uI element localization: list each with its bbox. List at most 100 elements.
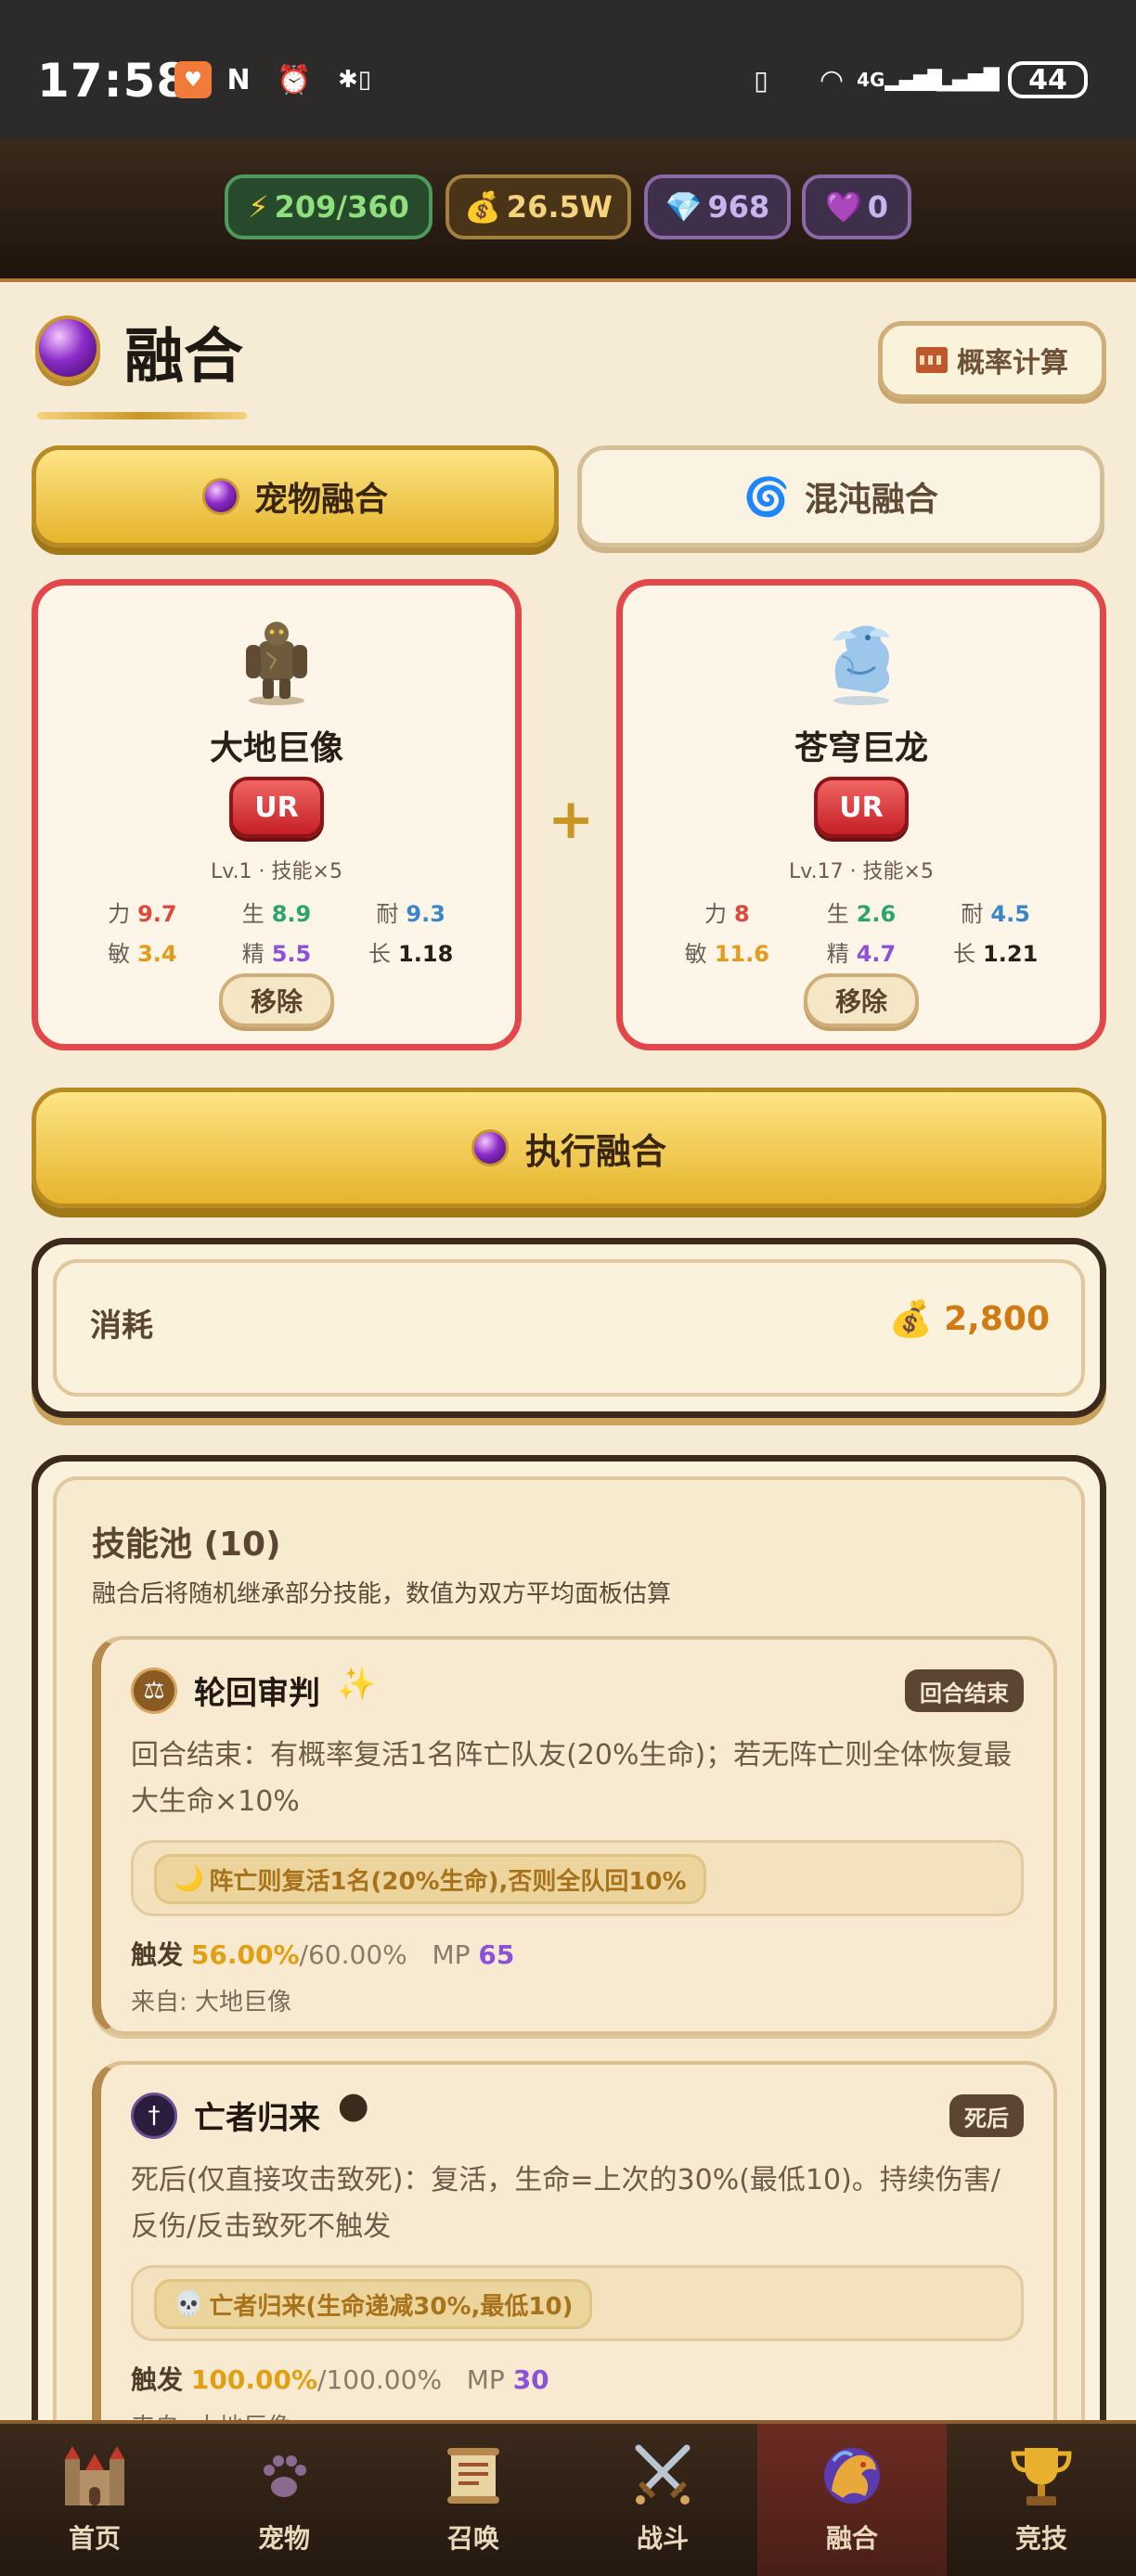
stat-growth: 长 1.21 — [953, 941, 1039, 967]
cost-value: 💰 2,800 — [889, 1298, 1050, 1340]
castle-icon — [65, 2446, 124, 2505]
plus-sign: + — [548, 787, 595, 852]
crystal-ball-icon — [35, 316, 100, 380]
skill-card[interactable]: † 亡者归来 🌑 死后 死后(仅直接攻击致死)：复活，生命=上次的30%(最低1… — [92, 2061, 1057, 2420]
pet-level: Lv.17 · 技能×5 — [789, 860, 934, 883]
cost-amount: 2,800 — [944, 1300, 1050, 1338]
nfc-icon: N — [226, 63, 251, 97]
earth-golem-image — [246, 622, 307, 705]
skill-card[interactable]: ⚖ 轮回审判 ✨ 回合结束 回合结束：有概率复活1名阵亡队友(20%生命)；若无… — [92, 1636, 1057, 2035]
trigger-base-rate: /100.00% — [317, 2364, 443, 2395]
abacus-icon — [916, 347, 948, 373]
execute-fusion-button[interactable]: 执行融合 — [32, 1088, 1106, 1208]
nav-fusion[interactable]: 融合 — [757, 2424, 947, 2576]
mp-value: 30 — [512, 2364, 549, 2395]
nav-battle[interactable]: 战斗 — [568, 2424, 757, 2576]
skill-pool-panel: 技能池 (10) 融合后将随机继承部分技能，数值为双方平均面板估算 ⚖ 轮回审判… — [32, 1455, 1106, 2420]
nav-label: 融合 — [825, 2523, 878, 2554]
vibrate-icon: ▯ — [754, 64, 768, 96]
crystal-ball-icon — [201, 478, 239, 515]
probability-calc-label: 概率计算 — [957, 347, 1068, 380]
resource-bar: ⚡ 209/360 💰 26.5W 💎 968 💜 0 — [0, 139, 1136, 282]
skill-description: 回合结束：有概率复活1名阵亡队友(20%生命)；若无阵亡则全体恢复最大生命×10… — [131, 1739, 1013, 1818]
health-app-icon: ♥ — [174, 61, 212, 98]
stat-spi: 精 4.7 — [826, 941, 897, 967]
tab-pet-fusion[interactable]: 宠物融合 — [32, 445, 559, 547]
rarity-badge: UR — [229, 777, 324, 838]
diamond-counter[interactable]: 💎 968 — [644, 174, 791, 239]
skill-trigger: 触发 100.00%/100.00% MP 30 — [131, 2360, 549, 2397]
probability-calc-button[interactable]: 概率计算 — [878, 321, 1106, 399]
sky-dragon-image — [833, 625, 890, 705]
stat-spi: 精 5.5 — [241, 941, 312, 967]
stat-agi: 敏 11.6 — [684, 941, 769, 967]
remove-pet-button[interactable]: 移除 — [219, 973, 334, 1027]
signal-icon: ▂▄▆█ — [936, 68, 1000, 92]
pet-slot-1[interactable]: 大地巨像 UR Lv.1 · 技能×5 力 9.7 生 8.9 耐 9.3 敏 3.4 … — [32, 579, 522, 1050]
pet-name: 大地巨像 — [209, 729, 343, 767]
trigger-label: 触发 — [131, 1939, 184, 1970]
diamond-icon: 💎 — [665, 189, 703, 225]
nav-label: 竞技 — [1014, 2523, 1067, 2554]
moon-icon: 🌙 — [174, 1865, 204, 1893]
gold-value: 26.5W — [506, 189, 613, 225]
gold-counter[interactable]: 💰 26.5W — [445, 174, 631, 239]
trigger-base-rate: /60.00% — [299, 1939, 407, 1970]
pet-name: 苍穹巨龙 — [794, 729, 928, 767]
trigger-label: 触发 — [131, 2364, 184, 2395]
purple-heart-icon: 💜 — [824, 189, 862, 225]
diamond-value: 968 — [707, 189, 770, 225]
stat-hp: 生 2.6 — [826, 901, 897, 927]
skull-icon: 💀 — [174, 2290, 204, 2318]
nav-arena[interactable]: 竞技 — [947, 2424, 1136, 2576]
wifi-icon: ◠ — [820, 63, 843, 97]
remove-pet-button[interactable]: 移除 — [804, 973, 919, 1027]
trigger-rate: 56.00% — [190, 1939, 300, 1970]
skill-effect-label: 亡者归来(生命递减30%,最低10) — [209, 2292, 574, 2321]
cost-inner: 消耗 💰 2,800 — [53, 1259, 1085, 1397]
pet-level: Lv.1 · 技能×5 — [211, 860, 342, 883]
nav-summon[interactable]: 召唤 — [379, 2424, 568, 2576]
stat-str: 力8 — [704, 901, 750, 927]
lightning-icon: ⚡ — [248, 189, 269, 225]
status-time: 17:58 — [37, 54, 190, 108]
bottom-nav: 首页 宠物 召唤 战斗 融合 竞技 — [0, 2420, 1136, 2576]
skill-pool-description: 融合后将随机继承部分技能，数值为双方平均面板估算 — [92, 1580, 672, 1608]
pet-slot-2[interactable]: 苍穹巨龙 UR Lv.17 · 技能×5 力8 生 2.6 耐 4.5 敏 11.6 … — [616, 579, 1106, 1050]
paw-icon — [264, 2455, 306, 2497]
new-moon-icon: 🌑 — [337, 2091, 370, 2128]
heart-counter[interactable]: 💜 0 — [802, 174, 911, 239]
tab-chaos-fusion-label: 混沌融合 — [804, 481, 938, 519]
money-bag-icon: 💰 — [463, 189, 501, 225]
dagger-icon: † — [131, 2093, 177, 2139]
nav-home[interactable]: 首页 — [0, 2424, 189, 2576]
skill-effect-chip: 💀 亡者归来(生命递减30%,最低10) — [154, 2279, 593, 2329]
scroll-icon — [447, 2448, 499, 2504]
energy-counter[interactable]: ⚡ 209/360 — [225, 174, 432, 239]
skill-effect-chip: 🌙 阵亡则复活1名(20%生命),否则全队回10% — [154, 1854, 706, 1904]
status-bar: 17:58 ♥ N ⏰ ✱▯ ▯ ◠ 4G ▂▄▆█ ▂▄▆█ 44 — [0, 0, 1136, 139]
battery-level: 44 — [1028, 63, 1067, 97]
stat-hp: 生 8.9 — [241, 901, 312, 927]
tab-chaos-fusion[interactable]: 🌀 混沌融合 — [577, 445, 1104, 547]
stat-str: 力 9.7 — [108, 901, 177, 927]
nav-pets[interactable]: 宠物 — [189, 2424, 379, 2576]
stat-agi: 敏 3.4 — [108, 941, 177, 967]
nav-label: 召唤 — [446, 2523, 499, 2554]
heart-value: 0 — [867, 189, 889, 225]
mp-label: MP — [432, 1939, 471, 1970]
pet-stats: 力8 生 2.6 耐 4.5 敏 11.6 精 4.7 长 1.21 — [660, 895, 1063, 968]
stat-def: 耐 4.5 — [961, 901, 1030, 927]
skill-pool-title: 技能池 (10) — [92, 1526, 281, 1564]
cost-label: 消耗 — [90, 1307, 153, 1345]
bluetooth-battery-icon: ✱▯ — [337, 66, 372, 94]
skill-effect-box: 💀 亡者归来(生命递减30%,最低10) — [131, 2265, 1024, 2341]
skill-name: 轮回审判 — [194, 1675, 320, 1712]
skill-timing-badge: 回合结束 — [905, 1669, 1024, 1712]
nav-label: 首页 — [68, 2523, 121, 2554]
skill-description: 死后(仅直接攻击致死)：复活，生命=上次的30%(最低10)。持续伤害/反伤/反… — [131, 2164, 1000, 2243]
stat-growth: 长 1.18 — [368, 941, 454, 967]
skill-source: 来自: 大地巨像 — [131, 1989, 292, 2016]
fusion-page: 融合 概率计算 宠物融合 🌀 混沌融合 大地巨像 UR Lv.1 · 技能×5 … — [0, 286, 1136, 2420]
nav-label: 宠物 — [257, 2523, 310, 2554]
